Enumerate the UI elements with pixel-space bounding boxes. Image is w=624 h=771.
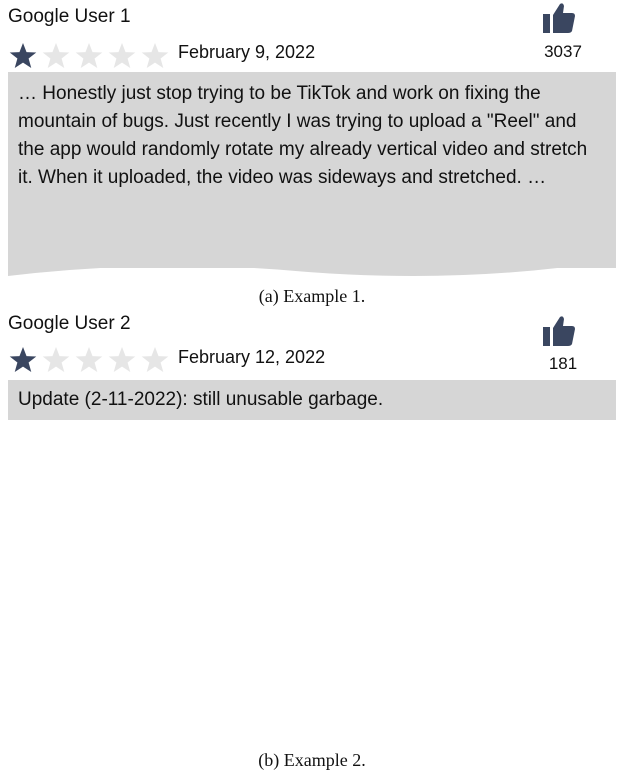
- like-count: 3037: [544, 42, 582, 61]
- review-text-box: Update (2-11-2022): still unusable garba…: [8, 380, 616, 420]
- like-count: 181: [548, 354, 578, 373]
- star-icon: [107, 42, 137, 70]
- wavy-edge: [8, 254, 616, 276]
- user-name: Google User 1: [8, 6, 131, 27]
- user-name: Google User 2: [8, 313, 131, 334]
- review-text: … Honestly just stop trying to be TikTok…: [18, 83, 588, 188]
- star-icon: [41, 42, 71, 70]
- star-icon: [107, 346, 137, 374]
- star-icon: [74, 346, 104, 374]
- review-text-box: … Honestly just stop trying to be TikTok…: [8, 72, 616, 276]
- star-rating: [8, 42, 170, 70]
- star-icon: [8, 42, 38, 70]
- thumbs-up-icon[interactable]: [542, 315, 576, 347]
- review-date: February 12, 2022: [178, 347, 326, 367]
- review-text: Update (2-11-2022): still unusable garba…: [18, 389, 384, 410]
- star-icon: [74, 42, 104, 70]
- review-date: February 9, 2022: [178, 42, 316, 62]
- figure-caption: (a) Example 1.: [258, 286, 366, 306]
- thumbs-up-icon[interactable]: [542, 2, 576, 34]
- star-icon: [140, 42, 170, 70]
- figure-caption: (b) Example 2.: [258, 750, 366, 770]
- star-icon: [41, 346, 71, 374]
- star-icon: [8, 346, 38, 374]
- star-rating: [8, 346, 170, 374]
- star-icon: [140, 346, 170, 374]
